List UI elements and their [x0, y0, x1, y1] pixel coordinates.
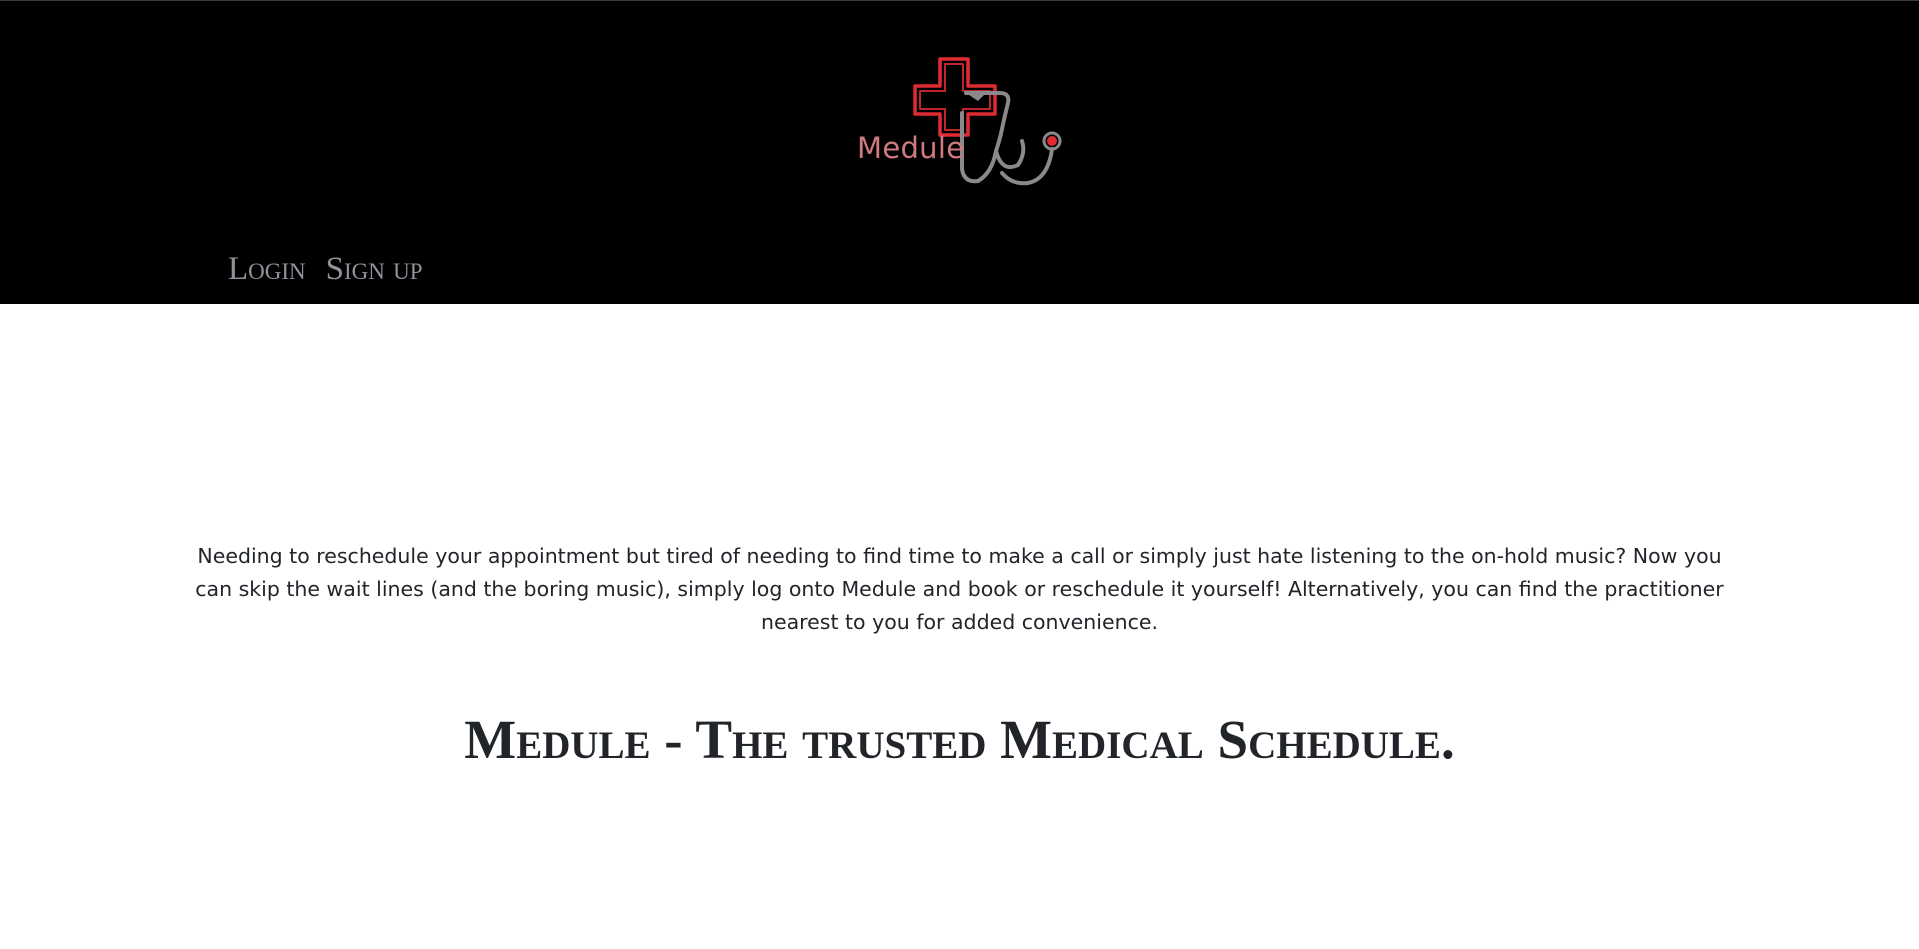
intro-paragraph: Needing to reschedule your appointment b…: [195, 543, 1724, 634]
brand-name: Medule: [857, 131, 965, 165]
nav-signup-link[interactable]: Sign up: [326, 249, 423, 289]
nav-login-link[interactable]: Login: [228, 249, 306, 289]
site-header: Medule Login Sign up: [0, 0, 1919, 304]
cross-stethoscope-icon: [913, 57, 1062, 186]
main-nav: Login Sign up: [228, 249, 423, 289]
page-headline: Medule - The trusted Medical Schedule.: [464, 709, 1455, 770]
brand-logo[interactable]: Medule: [852, 53, 1068, 189]
